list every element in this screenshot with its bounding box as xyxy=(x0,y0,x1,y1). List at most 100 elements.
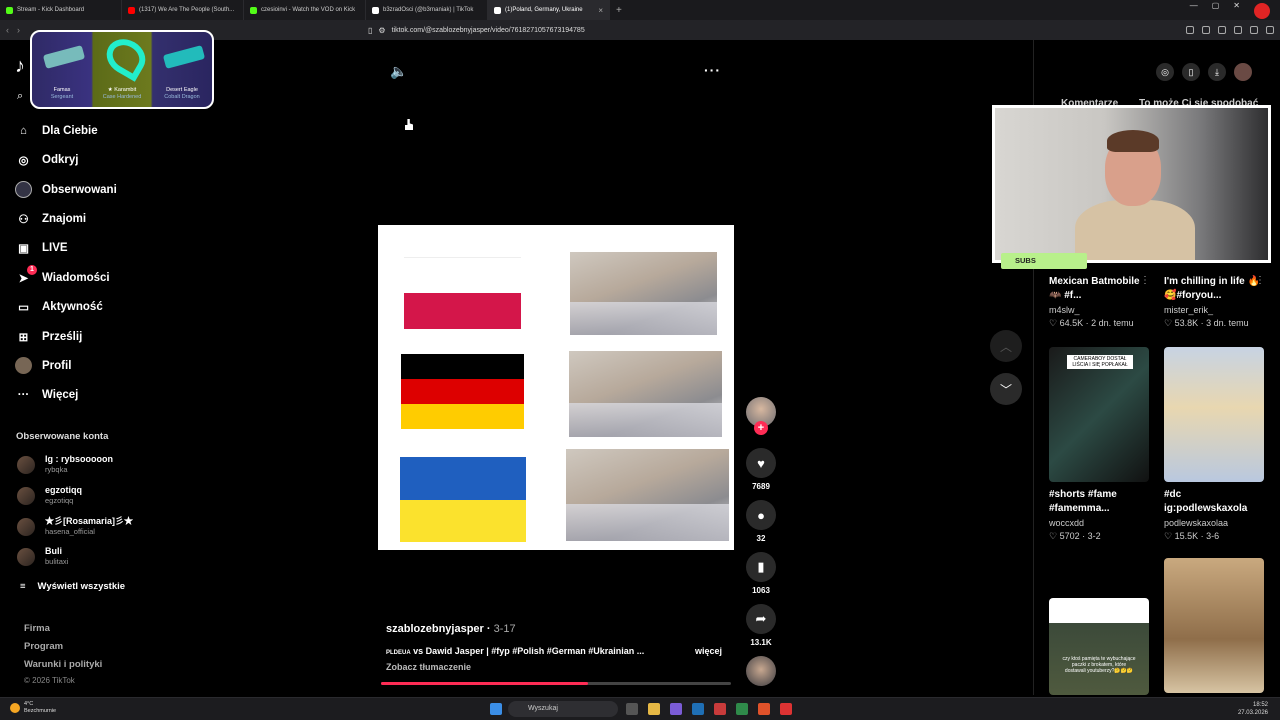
menu-icon[interactable] xyxy=(1266,26,1274,34)
browser-tab-active[interactable]: (1)Poland, Germany, Ukraine × xyxy=(488,0,610,20)
video-thumbnail: CAMERABOY DOSTAŁ LIŚCIA I SIĘ POPŁAKAŁ xyxy=(1049,347,1149,482)
system-clock[interactable]: 18:52 27.03.2026 xyxy=(1238,701,1268,717)
nav-more[interactable]: ··· Więcej xyxy=(15,386,79,403)
footer-link[interactable]: Program xyxy=(24,641,63,652)
footer-link[interactable]: Firma xyxy=(24,623,50,634)
nav-explore[interactable]: ◎ Odkryj xyxy=(15,151,78,168)
app-icon[interactable] xyxy=(714,703,726,715)
recommended-video-card[interactable]: ⋮ Mexican Batmobile 🦇 #f... m4slw_ ♡ 64.… xyxy=(1049,275,1150,329)
tab-label: (1317) We Are The People (South... xyxy=(139,7,235,13)
bookmark-icon[interactable]: ▯ xyxy=(368,26,372,35)
extension-icon[interactable] xyxy=(1186,26,1194,34)
share-button[interactable]: ➦ 13.1K xyxy=(745,604,777,647)
date: 2 dn. temu xyxy=(1091,318,1134,328)
browser-tab[interactable]: b3zradOsci (@b3rnaniak) | TikTok xyxy=(366,0,488,20)
browser-tab[interactable]: czesioinvi - Watch the VOD on Kick xyxy=(244,0,366,20)
nav-label: Aktywność xyxy=(42,300,103,313)
case-item: ★ Karambit Case Hardened xyxy=(92,87,152,101)
time: 18:52 xyxy=(1252,702,1268,708)
volume-icon[interactable]: 🔈 xyxy=(390,63,407,80)
next-video-button[interactable]: ﹀ xyxy=(990,373,1022,405)
nav-for-you[interactable]: ⌂ Dla Ciebie xyxy=(15,122,98,139)
close-tab-icon[interactable]: × xyxy=(598,6,603,15)
followed-account[interactable]: egzotiqq egzotiqq xyxy=(17,485,82,506)
user-avatar[interactable] xyxy=(1234,63,1252,81)
nav-live[interactable]: ▣ LIVE xyxy=(15,239,68,256)
extension-icon[interactable] xyxy=(1202,26,1210,34)
nav-friends[interactable]: ⚇ Znajomi xyxy=(15,210,86,227)
more-options-icon[interactable]: ⋮ xyxy=(1255,275,1265,286)
extension-icon[interactable] xyxy=(1250,26,1258,34)
more-options-icon[interactable]: ··· xyxy=(704,62,721,78)
video-player[interactable] xyxy=(378,225,734,550)
sound-disc-avatar[interactable] xyxy=(746,656,776,686)
task-view-icon[interactable] xyxy=(626,703,638,715)
tiktok-logo[interactable]: ♪ xyxy=(15,55,25,78)
like-button[interactable]: ♥ 7689 xyxy=(745,448,777,491)
footer-link[interactable]: Warunki i polityki xyxy=(24,659,102,670)
extension-icon[interactable] xyxy=(1234,26,1242,34)
account-handle: egzotiqq xyxy=(45,496,74,505)
brave-browser-icon[interactable] xyxy=(758,703,770,715)
back-button[interactable]: ‹ xyxy=(6,25,9,35)
forward-button[interactable]: › xyxy=(17,25,20,35)
show-all-button[interactable]: ≡ Wyświetl wszystkie xyxy=(20,581,125,592)
file-explorer-icon[interactable] xyxy=(648,703,660,715)
app-icon[interactable] xyxy=(780,703,792,715)
date: 27.03.2026 xyxy=(1237,710,1268,716)
followed-account[interactable]: Buli bulitaxi xyxy=(17,546,68,567)
date: 3-6 xyxy=(1206,531,1220,541)
taskbar-search[interactable]: Wyszukaj xyxy=(508,701,618,717)
save-button[interactable]: ▮ 1063 xyxy=(745,552,777,595)
close-window-button[interactable]: ✕ xyxy=(1233,1,1240,19)
new-tab-button[interactable]: + xyxy=(610,5,628,16)
browser-tab[interactable]: Stream - Kick Dashboard xyxy=(0,0,122,20)
followed-account[interactable]: ★彡[Rosamaria]彡★ hasena_official xyxy=(17,516,133,537)
maximize-button[interactable]: ▢ xyxy=(1212,1,1220,19)
recommended-video-card[interactable]: #dc ig:podlewskaxola podlewskaxolaa ♡ 15… xyxy=(1164,347,1265,542)
follow-button[interactable]: + xyxy=(754,421,768,435)
caption-text: vs Dawid Jasper | #fyp #Polish #German #… xyxy=(410,646,645,656)
video-author[interactable]: szablozebnyjasper · 3-17 xyxy=(386,623,516,635)
followed-account[interactable]: Ig : rybsooooon rybqka xyxy=(17,454,113,475)
tab-label: (1)Poland, Germany, Ukraine xyxy=(505,7,583,13)
caption-more-button[interactable]: więcej xyxy=(695,646,722,656)
recommended-video-card[interactable]: CAMERABOY DOSTAŁ LIŚCIA I SIĘ POPŁAKAŁ #… xyxy=(1049,347,1150,542)
card-title: #dc ig:podlewskaxola xyxy=(1164,489,1248,514)
minimize-button[interactable]: — xyxy=(1190,1,1198,19)
nav-following[interactable]: Obserwowani xyxy=(15,181,117,198)
see-translation-button[interactable]: Zobacz tłumaczenie xyxy=(386,662,471,672)
profile-icon xyxy=(15,357,32,374)
more-options-icon[interactable]: ⋮ xyxy=(1140,275,1150,286)
compass-icon[interactable]: ◎ xyxy=(1156,63,1174,81)
comment-button[interactable]: ● 32 xyxy=(745,500,777,543)
video-progress-bar[interactable] xyxy=(381,682,731,685)
app-icon[interactable] xyxy=(736,703,748,715)
site-info-icon[interactable]: ⚙ xyxy=(378,26,385,35)
nav-messages[interactable]: ➤ 1 Wiadomości xyxy=(15,265,110,286)
previous-video-button[interactable]: ︿ xyxy=(990,330,1022,362)
extension-icon[interactable] xyxy=(1218,26,1226,34)
search-icon[interactable]: ⌕ xyxy=(17,90,23,103)
video-caption: PLDEUA vs Dawid Jasper | #fyp #Polish #G… xyxy=(386,646,676,656)
recommended-video-card[interactable] xyxy=(1164,558,1265,693)
recommended-video-card[interactable]: ⋮ I'm chilling in life 🔥🥰#foryou... mist… xyxy=(1164,275,1265,329)
download-icon[interactable]: ⤓ xyxy=(1208,63,1226,81)
like-count: 7689 xyxy=(752,482,770,491)
start-icon[interactable] xyxy=(490,703,502,715)
steam-icon[interactable] xyxy=(692,703,704,715)
nav-activity[interactable]: ▭ Aktywność xyxy=(15,298,103,315)
url-field[interactable]: ▯ ⚙ tiktok.com/@szablozebnyjasper/video/… xyxy=(368,23,928,37)
recommended-video-card[interactable]: czy ktoś pamięta te wybuchające paczki z… xyxy=(1049,598,1150,695)
screen: { "browser": { "tabs": [ {"label": "Stre… xyxy=(0,0,1280,720)
app-icon[interactable] xyxy=(670,703,682,715)
subs-label: SUBS xyxy=(1001,253,1087,269)
reaction-frame xyxy=(569,351,722,437)
card-user: mister_erik_ xyxy=(1164,305,1214,315)
nav-profile[interactable]: Profil xyxy=(15,357,71,374)
weather-widget[interactable]: 4°C Bezchmurnie xyxy=(10,701,56,715)
nav-upload[interactable]: ⊞ Prześlij xyxy=(15,328,83,345)
browser-tab[interactable]: (1317) We Are The People (South... xyxy=(122,0,244,20)
list-icon: ≡ xyxy=(20,581,26,592)
phone-icon[interactable]: ▯ xyxy=(1182,63,1200,81)
